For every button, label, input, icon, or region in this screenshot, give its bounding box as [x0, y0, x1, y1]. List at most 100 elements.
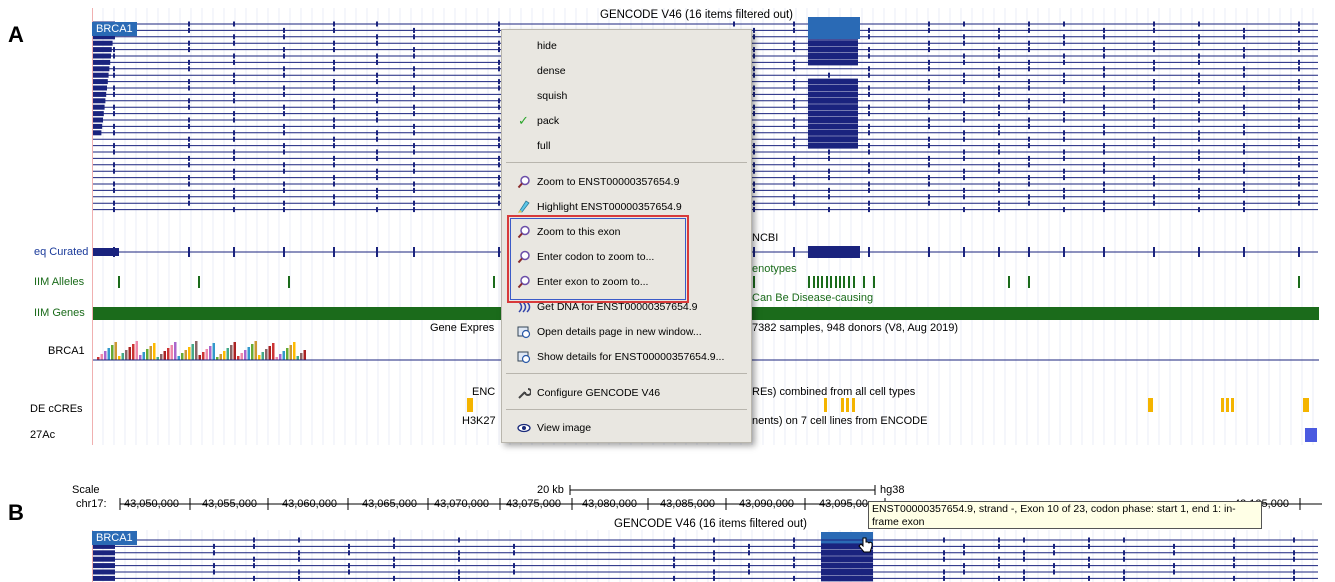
exon-block [113, 207, 115, 213]
exon-block [998, 91, 1000, 97]
exon-block [1173, 563, 1175, 569]
expression-bar [118, 356, 121, 360]
exon-block [498, 200, 500, 206]
exon-block [376, 168, 378, 174]
exon-block [1198, 130, 1200, 136]
exon-block [188, 247, 190, 257]
menu-item-configure[interactable]: Configure GENCODE V46 [502, 382, 751, 404]
exon-block [333, 155, 335, 161]
allele-tick [808, 276, 810, 288]
exon-block [1063, 136, 1065, 142]
exon-block [963, 136, 965, 142]
exon-block [333, 162, 335, 168]
exon-block [1243, 34, 1245, 40]
exon-block [283, 181, 285, 187]
menu-item-open-details[interactable]: Open details page in new window... [502, 321, 751, 343]
exon-block [1123, 556, 1125, 562]
menu-item-pack[interactable]: ✓ pack [502, 110, 751, 132]
track-label-ccre[interactable]: DE cCREs [30, 403, 83, 415]
gencode-track-b[interactable] [93, 530, 1321, 582]
hand-cursor-icon [858, 537, 873, 553]
exon-block [753, 130, 755, 136]
exon-block [963, 247, 965, 257]
menu-item-full[interactable]: full [502, 135, 751, 157]
exon-block [1103, 149, 1105, 155]
track-label-h3k27ac[interactable]: 27Ac [30, 429, 55, 441]
exon-block [753, 72, 755, 78]
allele-tick [198, 276, 200, 288]
exon-block [1198, 175, 1200, 181]
exon-block [1063, 194, 1065, 200]
exon-block [1103, 130, 1105, 136]
exon-block [1103, 123, 1105, 129]
exon-block [1103, 34, 1105, 40]
exon-block [348, 550, 350, 556]
exon-block [1298, 98, 1300, 104]
exon-block [413, 187, 415, 193]
exon-block [413, 207, 415, 213]
exon-block [753, 149, 755, 155]
exon-block [298, 556, 300, 562]
exon-block [943, 556, 945, 562]
allele-tick [813, 276, 815, 288]
exon-block [963, 91, 965, 97]
track-title-encode-right: REs) combined from all cell types [752, 386, 916, 398]
track-label-refseq[interactable]: eq Curated [34, 246, 88, 258]
exon-block [928, 79, 930, 85]
exon-block [998, 247, 1000, 257]
allele-tick [118, 276, 120, 288]
exon-block [1233, 556, 1235, 562]
menu-item-zoom-transcript[interactable]: Zoom to ENST00000357654.9 [502, 171, 751, 193]
exon-block [998, 72, 1000, 78]
exon-block [1243, 85, 1245, 91]
exon-block [1243, 123, 1245, 129]
expression-bar [251, 344, 254, 360]
menu-item-view-image[interactable]: View image [502, 417, 751, 439]
exon-block [821, 569, 873, 575]
exon-block [376, 98, 378, 104]
allele-tick [863, 276, 865, 288]
exon-block [1028, 155, 1030, 161]
exon-block [1153, 155, 1155, 161]
gene-label-brca1[interactable]: BRCA1 [92, 22, 137, 36]
exon-block [1298, 175, 1300, 181]
menu-item-dense[interactable]: dense [502, 60, 751, 82]
exon-block [868, 104, 870, 110]
exon-block [1063, 187, 1065, 193]
new-window-icon [517, 326, 531, 339]
exon-block [963, 111, 965, 117]
exon-block [753, 168, 755, 174]
exon-block [348, 569, 350, 575]
exon-block [1153, 194, 1155, 200]
exon-block [1063, 53, 1065, 59]
expression-bar [160, 354, 163, 360]
exon-block [1153, 47, 1155, 53]
exon-block [93, 59, 111, 65]
exon-block [998, 143, 1000, 149]
exon-block [753, 91, 755, 97]
checkmark-icon: ✓ [518, 113, 529, 128]
exon-block [793, 563, 795, 569]
expression-bar [114, 342, 117, 360]
exon-block [1153, 143, 1155, 149]
exon-block [998, 47, 1000, 53]
menu-item-squish[interactable]: squish [502, 85, 751, 107]
exon-block [963, 187, 965, 193]
track-label-gtex-gene[interactable]: BRCA1 [48, 345, 85, 357]
track-title-gtex-left: Gene Expres [430, 322, 495, 334]
track-label-omim-alleles[interactable]: IIM Alleles [34, 276, 84, 288]
exon-block [333, 143, 335, 149]
menu-item-hide[interactable]: hide [502, 35, 751, 57]
exon-block [376, 155, 378, 161]
expression-bar [184, 350, 187, 360]
exon-block [376, 79, 378, 85]
gene-label-brca1-b[interactable]: BRCA1 [92, 531, 137, 545]
menu-item-show-details[interactable]: Show details for ENST00000357654.9... [502, 346, 751, 368]
exon-block [821, 556, 873, 563]
track-title-gtex-right: 7382 samples, 948 donors (V8, Aug 2019) [752, 322, 959, 334]
allele-tick [826, 276, 828, 288]
exon-block [93, 130, 102, 136]
exon-block [868, 123, 870, 129]
track-label-omim-genes[interactable]: IIM Genes [34, 307, 85, 319]
allele-tick [817, 276, 819, 288]
